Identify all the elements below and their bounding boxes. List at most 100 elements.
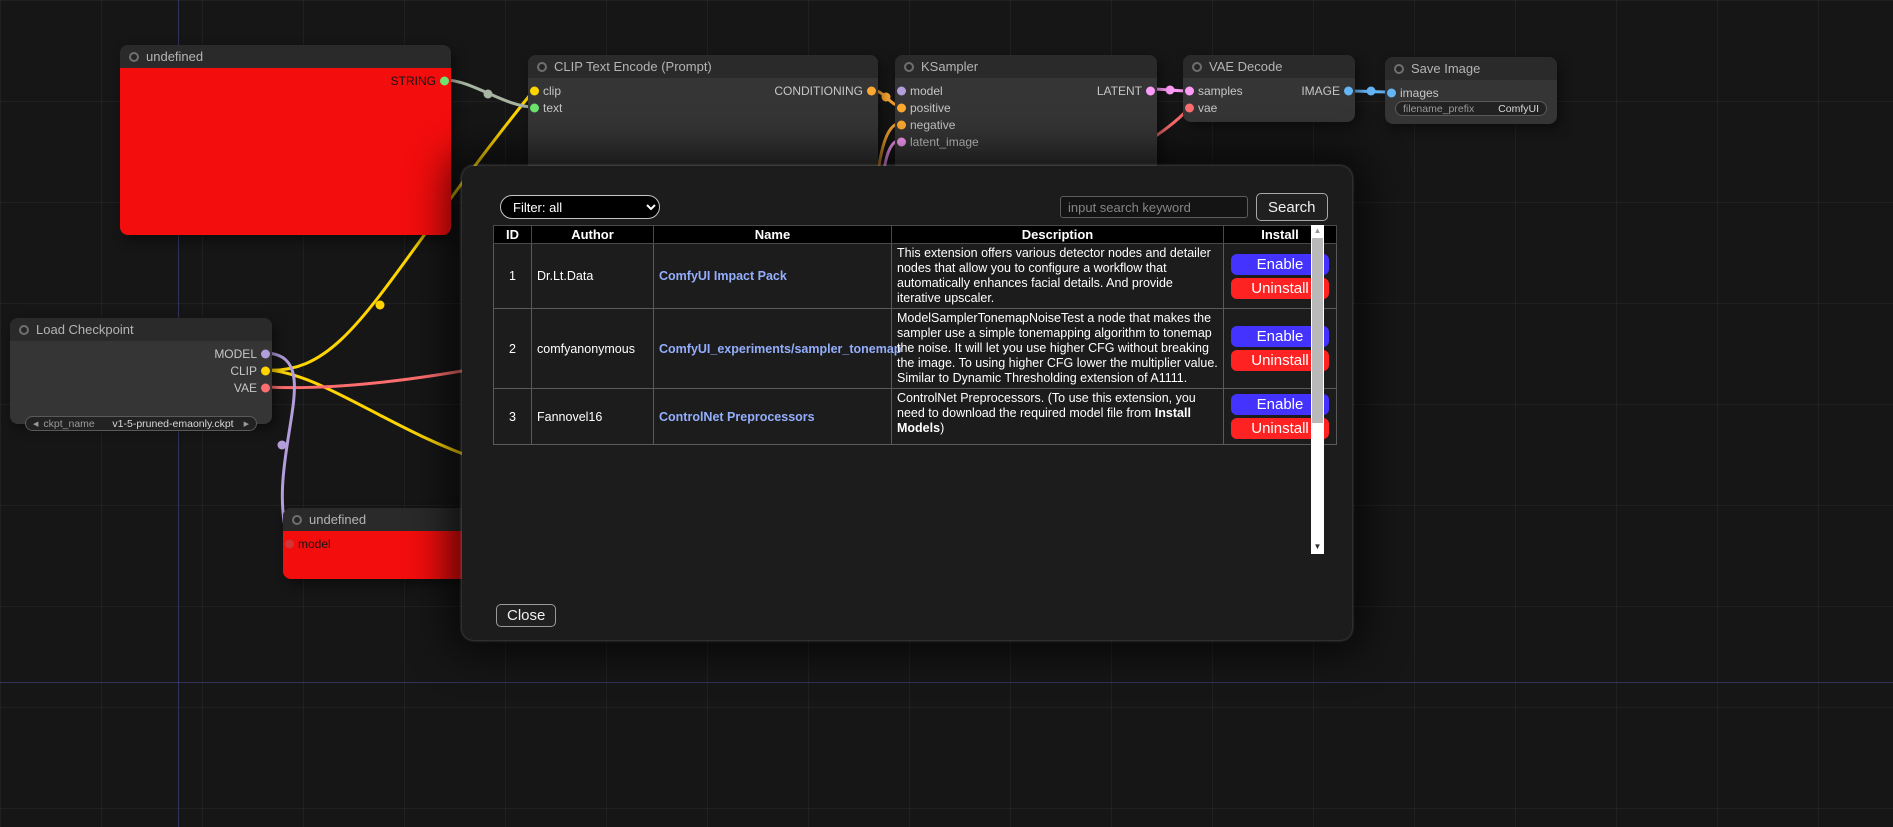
output-slot-model[interactable] xyxy=(261,349,270,358)
input-slot-images[interactable] xyxy=(1387,88,1396,97)
increment-arrow-icon[interactable]: ▶ xyxy=(244,420,249,428)
extension-link[interactable]: ControlNet Preprocessors xyxy=(659,410,815,424)
node-header[interactable]: KSampler xyxy=(895,55,1157,78)
collapse-dot-icon[interactable] xyxy=(19,325,29,335)
output-label-conditioning: CONDITIONING xyxy=(774,84,863,98)
link-midpoint-dot xyxy=(278,441,287,450)
output-slot-vae[interactable] xyxy=(261,383,270,392)
wire-clip-to-hidden xyxy=(266,370,480,460)
node-title: undefined xyxy=(146,49,203,64)
cell-author: Fannovel16 xyxy=(532,389,654,445)
header-description: Description xyxy=(892,226,1224,244)
scroll-up-icon[interactable]: ▲ xyxy=(1311,225,1324,237)
output-label-model: MODEL xyxy=(214,347,257,361)
node-clip-text-encode[interactable]: CLIP Text Encode (Prompt) clip CONDITION… xyxy=(528,55,878,175)
cell-author: Dr.Lt.Data xyxy=(532,244,654,309)
cell-description: ControlNet Preprocessors. (To use this e… xyxy=(892,389,1224,445)
search-button[interactable]: Search xyxy=(1256,193,1328,221)
grid-axis-horizontal xyxy=(0,682,1893,683)
description-text: ControlNet Preprocessors. (To use this e… xyxy=(897,391,1196,420)
output-label-latent: LATENT xyxy=(1097,84,1142,98)
ckpt-name-widget[interactable]: ◀ ckpt_name v1-5-pruned-emaonly.ckpt ▶ xyxy=(25,416,257,431)
node-body: STRING xyxy=(120,68,451,235)
extension-table-body: 1Dr.Lt.DataComfyUI Impact PackThis exten… xyxy=(494,244,1337,445)
output-slot-conditioning[interactable] xyxy=(867,86,876,95)
node-undefined-top[interactable]: undefined STRING xyxy=(120,45,451,235)
link-midpoint-dot xyxy=(484,90,493,99)
decrement-arrow-icon[interactable]: ◀ xyxy=(33,420,38,428)
scroll-down-icon[interactable]: ▼ xyxy=(1311,541,1324,553)
search-input[interactable] xyxy=(1060,196,1248,218)
collapse-dot-icon[interactable] xyxy=(1192,62,1202,72)
input-slot-text[interactable] xyxy=(530,103,539,112)
table-row: 1Dr.Lt.DataComfyUI Impact PackThis exten… xyxy=(494,244,1337,309)
input-label-positive: positive xyxy=(910,101,951,115)
table-row: 2comfyanonymousComfyUI_experiments/sampl… xyxy=(494,309,1337,389)
node-header[interactable]: VAE Decode xyxy=(1183,55,1355,78)
wire-string-to-text xyxy=(445,80,534,107)
node-save-image[interactable]: Save Image images filename_prefix ComfyU… xyxy=(1385,57,1557,124)
input-slot-positive[interactable] xyxy=(897,103,906,112)
node-header[interactable]: Load Checkpoint xyxy=(10,318,272,341)
input-slot-samples[interactable] xyxy=(1185,86,1194,95)
description-text: ModelSamplerTonemapNoiseTest a node that… xyxy=(897,311,1218,385)
node-body: samples IMAGE vae xyxy=(1183,78,1355,122)
input-label-latent-image: latent_image xyxy=(910,135,979,149)
widget-value: ComfyUI xyxy=(1498,103,1539,115)
output-slot-string[interactable] xyxy=(440,76,449,85)
node-header[interactable]: CLIP Text Encode (Prompt) xyxy=(528,55,878,78)
node-title: KSampler xyxy=(921,59,978,74)
output-slot-clip[interactable] xyxy=(261,366,270,375)
collapse-dot-icon[interactable] xyxy=(537,62,547,72)
output-label-clip: CLIP xyxy=(230,364,257,378)
node-vae-decode[interactable]: VAE Decode samples IMAGE vae xyxy=(1183,55,1355,122)
input-label-vae: vae xyxy=(1198,101,1217,115)
link-midpoint-dot xyxy=(1367,87,1376,96)
input-slot-vae[interactable] xyxy=(1185,103,1194,112)
input-slot-model[interactable] xyxy=(285,539,294,548)
input-label-samples: samples xyxy=(1198,84,1243,98)
extension-table: ID Author Name Description Install 1Dr.L… xyxy=(493,225,1337,445)
collapse-dot-icon[interactable] xyxy=(1394,64,1404,74)
scrollbar-thumb[interactable] xyxy=(1312,238,1323,423)
widget-label: ckpt_name xyxy=(43,418,94,430)
node-header[interactable]: Save Image xyxy=(1385,57,1557,80)
table-scrollbar[interactable]: ▲ ▼ xyxy=(1311,225,1324,554)
cell-name: ComfyUI Impact Pack xyxy=(654,244,892,309)
custom-nodes-manager-dialog: Filter: all Search ID Author Name Descri… xyxy=(462,166,1352,640)
node-title: Save Image xyxy=(1411,61,1480,76)
output-slot-latent[interactable] xyxy=(1146,86,1155,95)
cell-name: ComfyUI_experiments/sampler_tonemap xyxy=(654,309,892,389)
link-midpoint-dot xyxy=(882,93,891,102)
description-text: ) xyxy=(940,421,944,435)
node-header[interactable]: undefined xyxy=(120,45,451,68)
input-label-images: images xyxy=(1400,86,1439,100)
node-ksampler[interactable]: KSampler model LATENT positive negative … xyxy=(895,55,1157,175)
close-button[interactable]: Close xyxy=(496,604,556,627)
node-undefined-bottom[interactable]: undefined model xyxy=(283,508,473,579)
input-slot-clip[interactable] xyxy=(530,86,539,95)
input-slot-model[interactable] xyxy=(897,86,906,95)
output-slot-image[interactable] xyxy=(1344,86,1353,95)
extension-link[interactable]: ComfyUI Impact Pack xyxy=(659,269,787,283)
description-text: This extension offers various detector n… xyxy=(897,246,1211,305)
collapse-dot-icon[interactable] xyxy=(129,52,139,62)
header-name: Name xyxy=(654,226,892,244)
cell-description: This extension offers various detector n… xyxy=(892,244,1224,309)
input-slot-latent-image[interactable] xyxy=(897,137,906,146)
filter-select[interactable]: Filter: all xyxy=(500,195,660,219)
node-body: MODEL CLIP VAE ◀ ckpt_name v1-5-pruned-e… xyxy=(10,341,272,424)
node-title: VAE Decode xyxy=(1209,59,1282,74)
collapse-dot-icon[interactable] xyxy=(904,62,914,72)
node-load-checkpoint[interactable]: Load Checkpoint MODEL CLIP VAE ◀ ckpt_na… xyxy=(10,318,272,424)
widget-value: v1-5-pruned-emaonly.ckpt xyxy=(112,418,233,430)
header-id: ID xyxy=(494,226,532,244)
extension-link[interactable]: ComfyUI_experiments/sampler_tonemap xyxy=(659,342,901,356)
input-slot-negative[interactable] xyxy=(897,120,906,129)
extension-table-area: ID Author Name Description Install 1Dr.L… xyxy=(493,225,1324,554)
collapse-dot-icon[interactable] xyxy=(292,515,302,525)
filename-prefix-widget[interactable]: filename_prefix ComfyUI xyxy=(1395,101,1547,116)
link-midpoint-dot xyxy=(376,301,385,310)
table-header-row: ID Author Name Description Install xyxy=(494,226,1337,244)
node-header[interactable]: undefined xyxy=(283,508,473,531)
